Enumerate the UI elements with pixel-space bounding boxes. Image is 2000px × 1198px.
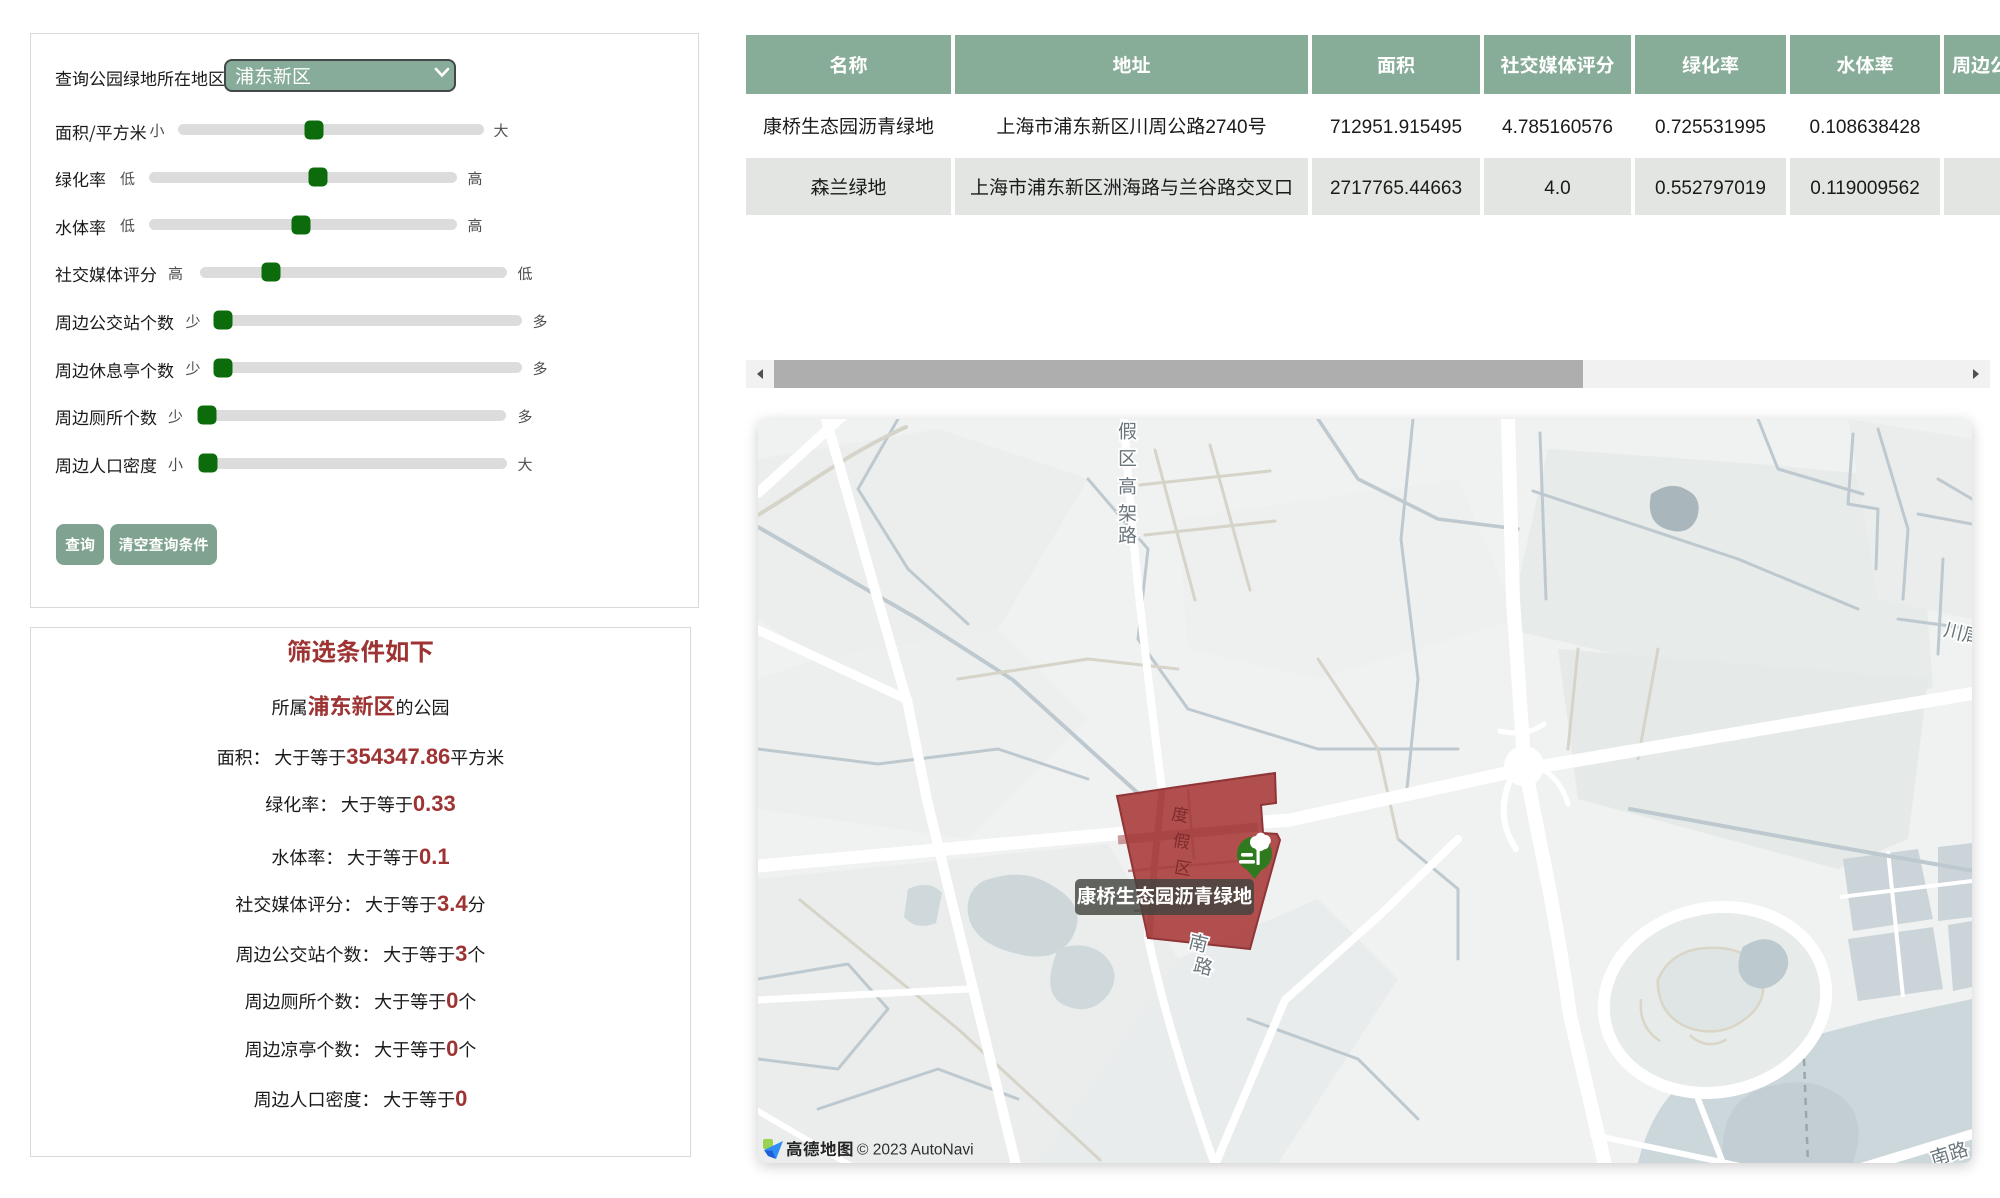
svg-text:区: 区 [1118,444,1137,471]
svg-text:康桥生态园沥青绿地: 康桥生态园沥青绿地 [1077,880,1253,909]
svg-text:假: 假 [1118,419,1137,444]
svg-text:© 2023 AutoNavi: © 2023 AutoNavi [857,1142,974,1159]
svg-text:高德地图: 高德地图 [786,1136,854,1160]
svg-text:高: 高 [1118,472,1137,499]
svg-text:路: 路 [1118,521,1137,548]
